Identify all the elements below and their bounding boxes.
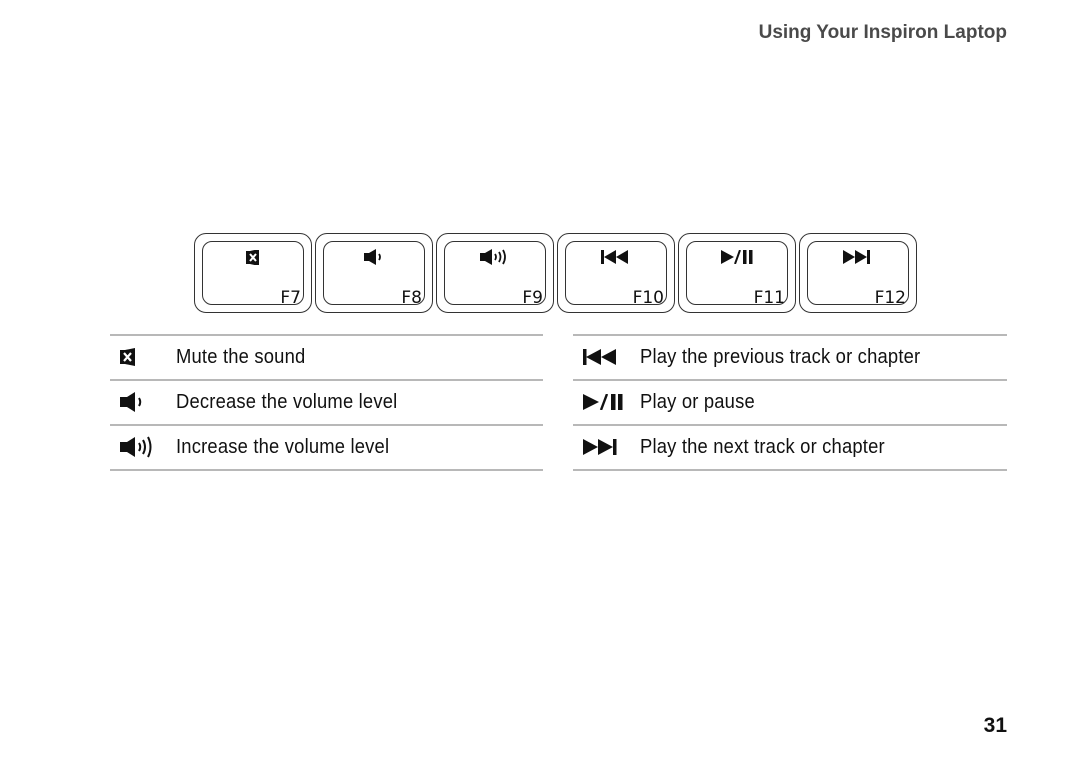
next-track-icon	[583, 437, 623, 457]
key-label: F12	[874, 288, 906, 308]
legend-text: Decrease the volume level	[176, 391, 398, 413]
legend-text: Increase the volume level	[176, 436, 390, 458]
mute-icon	[246, 249, 260, 265]
play-pause-icon	[721, 249, 753, 265]
key-f8: F8	[315, 233, 433, 313]
key-f12: F12	[799, 233, 917, 313]
legend-row: Play the next track or chapter	[573, 424, 1007, 471]
legend-text: Play the previous track or chapter	[640, 346, 921, 368]
key-label: F7	[280, 288, 301, 308]
legend-row: Decrease the volume level	[110, 379, 543, 424]
volume-up-icon	[120, 436, 156, 458]
volume-key-legend: Mute the sound Decrease the volume level…	[110, 334, 543, 471]
mute-icon	[120, 347, 136, 367]
legend-row: Play the previous track or chapter	[573, 334, 1007, 379]
legend-text: Play or pause	[640, 391, 755, 413]
media-key-legend: Play the previous track or chapter Play …	[573, 334, 1007, 471]
key-f11: F11	[678, 233, 796, 313]
key-label: F9	[522, 288, 543, 308]
key-f9: F9	[436, 233, 554, 313]
play-pause-icon	[583, 392, 625, 412]
page-number: 31	[983, 714, 1007, 737]
function-key-row: F7 F8 F9 F10 F11 F12	[194, 233, 917, 313]
volume-up-icon	[480, 249, 510, 265]
key-label: F11	[753, 288, 785, 308]
next-track-icon	[843, 249, 873, 265]
key-f7: F7	[194, 233, 312, 313]
key-label: F10	[632, 288, 664, 308]
legend-text: Mute the sound	[176, 346, 306, 368]
previous-track-icon	[601, 249, 631, 265]
previous-track-icon	[583, 347, 623, 367]
legend-row: Play or pause	[573, 379, 1007, 424]
key-label: F8	[401, 288, 422, 308]
volume-down-icon	[364, 249, 384, 265]
volume-down-icon	[120, 392, 146, 412]
legend-row: Mute the sound	[110, 334, 543, 379]
legend-text: Play the next track or chapter	[640, 436, 885, 458]
legend-row: Increase the volume level	[110, 424, 543, 471]
key-f10: F10	[557, 233, 675, 313]
running-header: Using Your Inspiron Laptop	[758, 22, 1007, 43]
